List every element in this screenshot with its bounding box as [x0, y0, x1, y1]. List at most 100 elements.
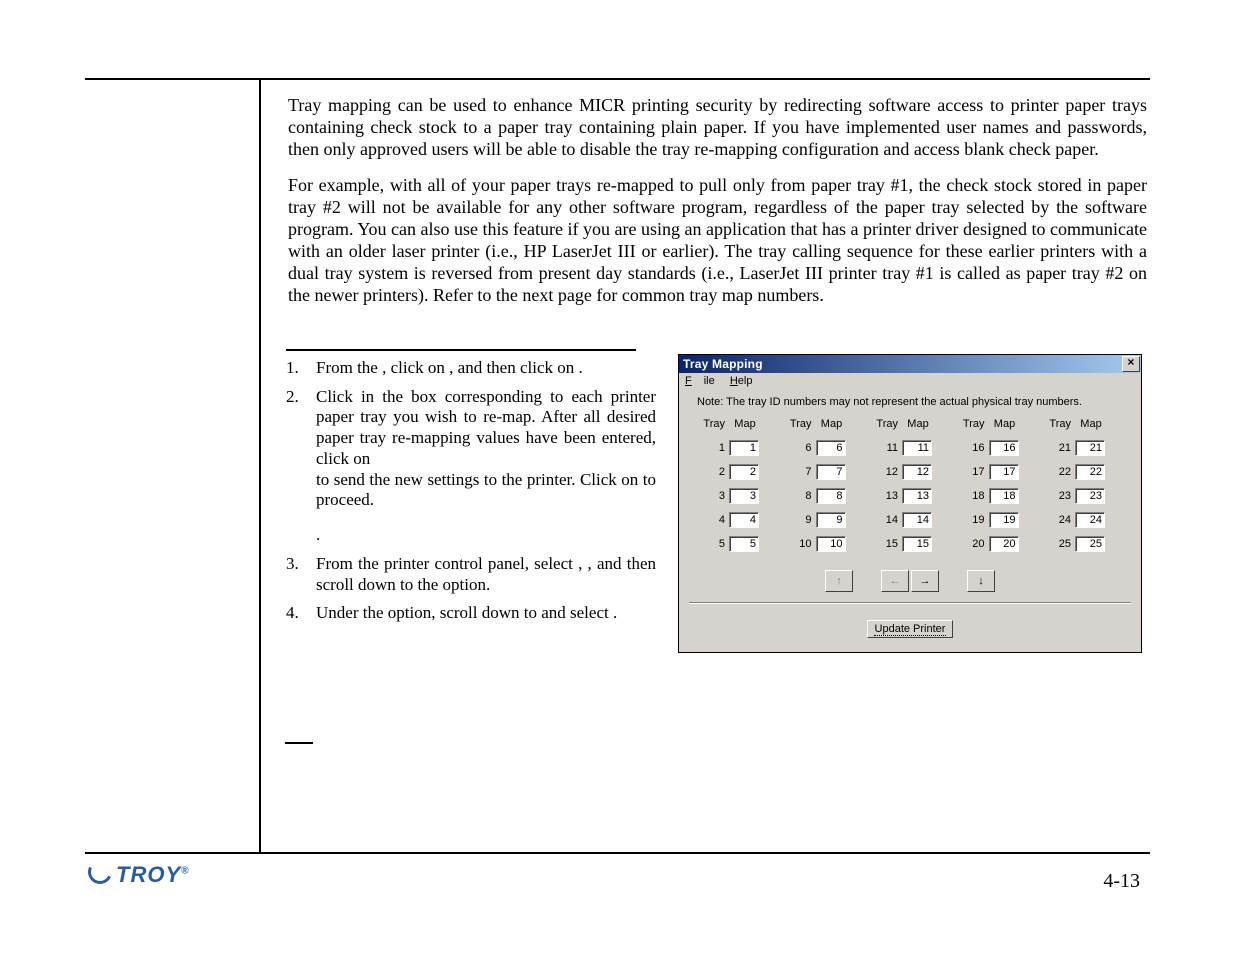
tray-number-label: 1 — [697, 442, 729, 454]
tray-row: 2222 — [1043, 460, 1123, 484]
tray-number-label: 5 — [697, 538, 729, 550]
tray-number-label: 24 — [1043, 514, 1075, 526]
logo-icon — [85, 857, 116, 888]
dialog-note: Note: The tray ID numbers may not repres… — [679, 390, 1141, 414]
page-number: 4-13 — [1103, 870, 1140, 893]
map-input[interactable]: 22 — [1075, 464, 1105, 480]
arrow-right-button[interactable]: → — [911, 570, 939, 592]
col-hdr-map: Map — [989, 418, 1021, 430]
tray-number-label: 25 — [1043, 538, 1075, 550]
close-icon[interactable]: × — [1122, 356, 1140, 372]
map-input[interactable]: 13 — [902, 488, 932, 504]
tray-number-label: 15 — [870, 538, 902, 550]
tray-number-label: 12 — [870, 466, 902, 478]
map-input[interactable]: 15 — [902, 536, 932, 552]
steps-end-rule — [285, 742, 313, 744]
tray-row: 1818 — [957, 484, 1037, 508]
col-hdr-tray: Tray — [784, 418, 816, 430]
map-input[interactable]: 20 — [989, 536, 1019, 552]
tray-number-label: 8 — [784, 490, 816, 502]
tray-mapping-dialog: Tray Mapping × File Help Note: The tray … — [678, 354, 1142, 653]
map-input[interactable]: 1 — [729, 440, 759, 456]
map-input[interactable]: 5 — [729, 536, 759, 552]
tray-number-label: 10 — [784, 538, 816, 550]
body-p1: Tray mapping can be used to enhance MICR… — [288, 95, 1147, 161]
menu-help[interactable]: Help — [730, 375, 753, 387]
map-input[interactable]: 6 — [816, 440, 846, 456]
step-4: Under the option, scroll down to and sel… — [316, 603, 656, 624]
tray-row: 1919 — [957, 508, 1037, 532]
tray-row: 55 — [697, 532, 777, 556]
tray-row: 1515 — [870, 532, 950, 556]
map-input[interactable]: 2 — [729, 464, 759, 480]
map-input[interactable]: 9 — [816, 512, 846, 528]
tray-row: 44 — [697, 508, 777, 532]
tray-row: 2525 — [1043, 532, 1123, 556]
map-input[interactable]: 23 — [1075, 488, 1105, 504]
map-input[interactable]: 16 — [989, 440, 1019, 456]
map-input[interactable]: 11 — [902, 440, 932, 456]
arrow-up-button[interactable]: ↑ — [825, 570, 853, 592]
tray-number-label: 18 — [957, 490, 989, 502]
col-hdr-map: Map — [902, 418, 934, 430]
col-hdr-tray: Tray — [957, 418, 989, 430]
page-vertical-rule — [259, 78, 261, 852]
tray-number-label: 3 — [697, 490, 729, 502]
tray-row: 1616 — [957, 436, 1037, 460]
map-input[interactable]: 24 — [1075, 512, 1105, 528]
tray-row: 22 — [697, 460, 777, 484]
menu-file[interactable]: File — [685, 375, 715, 387]
map-input[interactable]: 7 — [816, 464, 846, 480]
tray-row: 88 — [784, 484, 864, 508]
tray-number-label: 21 — [1043, 442, 1075, 454]
page-top-rule — [85, 78, 1150, 80]
tray-number-label: 13 — [870, 490, 902, 502]
tray-row: 1212 — [870, 460, 950, 484]
tray-number-label: 2 — [697, 466, 729, 478]
col-hdr-map: Map — [816, 418, 848, 430]
tray-number-label: 23 — [1043, 490, 1075, 502]
map-input[interactable]: 8 — [816, 488, 846, 504]
body-p2: For example, with all of your paper tray… — [288, 175, 1147, 307]
tray-row: 1010 — [784, 532, 864, 556]
page-bottom-rule — [85, 852, 1150, 854]
tray-row: 1313 — [870, 484, 950, 508]
tray-number-label: 19 — [957, 514, 989, 526]
update-printer-button[interactable]: Update Printer — [867, 620, 954, 638]
tray-row: 11 — [697, 436, 777, 460]
steps-top-rule — [286, 349, 636, 351]
map-input[interactable]: 19 — [989, 512, 1019, 528]
tray-row: 1717 — [957, 460, 1037, 484]
col-hdr-tray: Tray — [697, 418, 729, 430]
map-input[interactable]: 18 — [989, 488, 1019, 504]
map-input[interactable]: 3 — [729, 488, 759, 504]
troy-logo: TROY® — [88, 860, 190, 888]
map-input[interactable]: 4 — [729, 512, 759, 528]
tray-number-label: 22 — [1043, 466, 1075, 478]
dialog-titlebar[interactable]: Tray Mapping × — [679, 355, 1141, 373]
dialog-title-text: Tray Mapping — [683, 357, 763, 371]
map-input[interactable]: 25 — [1075, 536, 1105, 552]
arrow-left-button[interactable]: ← — [881, 570, 909, 592]
map-input[interactable]: 12 — [902, 464, 932, 480]
map-input[interactable]: 10 — [816, 536, 846, 552]
col-hdr-tray: Tray — [1043, 418, 1075, 430]
tray-number-label: 6 — [784, 442, 816, 454]
map-input[interactable]: 21 — [1075, 440, 1105, 456]
step-1: From the , click on , and then click on … — [316, 358, 656, 379]
tray-number-label: 17 — [957, 466, 989, 478]
step-3: From the printer control panel, select ,… — [316, 554, 656, 595]
tray-number-label: 7 — [784, 466, 816, 478]
col-hdr-map: Map — [729, 418, 761, 430]
map-input[interactable]: 14 — [902, 512, 932, 528]
tray-row: 99 — [784, 508, 864, 532]
tray-row: 2323 — [1043, 484, 1123, 508]
steps-list: 1.From the , click on , and then click o… — [286, 358, 656, 632]
tray-number-label: 14 — [870, 514, 902, 526]
tray-row: 77 — [784, 460, 864, 484]
map-input[interactable]: 17 — [989, 464, 1019, 480]
arrow-down-button[interactable]: ↓ — [967, 570, 995, 592]
tray-row: 1414 — [870, 508, 950, 532]
tray-number-label: 16 — [957, 442, 989, 454]
tray-row: 2424 — [1043, 508, 1123, 532]
